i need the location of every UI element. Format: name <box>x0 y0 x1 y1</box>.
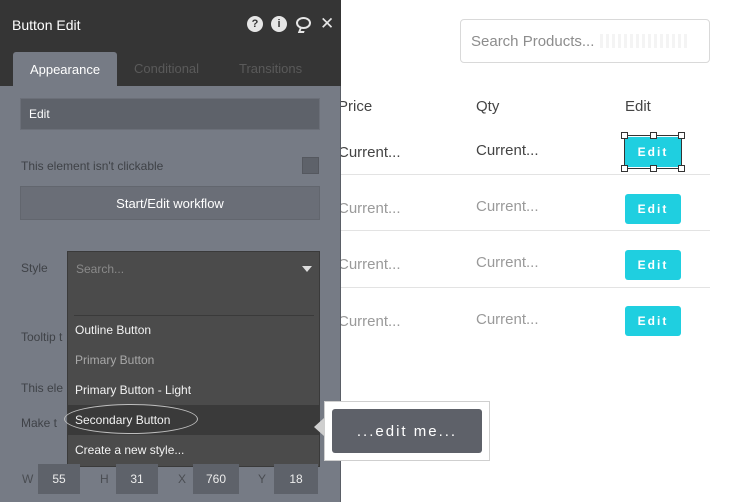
style-search-input[interactable]: Search... <box>76 262 124 276</box>
y-label: Y <box>258 472 267 486</box>
column-header-qty: Qty <box>476 98 500 115</box>
cell-price: Current... <box>338 144 401 161</box>
info-icon[interactable]: i <box>271 16 287 32</box>
height-input[interactable]: 31 <box>116 464 158 494</box>
x-label: X <box>178 472 187 486</box>
cell-qty: Current... <box>476 198 539 215</box>
comment-icon[interactable] <box>296 17 311 29</box>
x-input[interactable]: 760 <box>193 464 239 494</box>
style-label: Style <box>21 261 48 275</box>
resize-handle[interactable] <box>650 132 657 139</box>
row-divider <box>340 287 710 288</box>
style-option-primary[interactable]: Primary Button <box>68 345 319 375</box>
tab-transitions[interactable]: Transitions <box>239 61 302 76</box>
resize-handle[interactable] <box>678 165 685 172</box>
callout-pointer <box>314 418 324 436</box>
element-label: This ele <box>21 381 64 395</box>
make-label: Make t <box>21 416 58 430</box>
row-divider <box>340 174 710 175</box>
resize-handle[interactable] <box>650 165 657 172</box>
resize-handle[interactable] <box>621 165 628 172</box>
row-edit-button[interactable]: Edit <box>625 306 681 336</box>
edit-workflow-button[interactable]: Start/Edit workflow <box>20 186 320 220</box>
tooltip-label: Tooltip t <box>21 330 63 344</box>
not-clickable-checkbox[interactable] <box>302 157 319 174</box>
width-input[interactable]: 55 <box>38 464 80 494</box>
selection-frame <box>624 135 682 169</box>
tab-conditional[interactable]: Conditional <box>134 61 199 76</box>
cell-price: Current... <box>338 200 401 217</box>
row-divider <box>340 230 710 231</box>
row-edit-button[interactable]: Edit <box>625 194 681 224</box>
highlight-ellipse <box>64 404 198 434</box>
style-option-primary-light[interactable]: Primary Button - Light <box>68 375 319 405</box>
button-text-input[interactable]: Edit <box>20 98 320 130</box>
search-placeholder: Search Products... <box>471 32 595 50</box>
cell-price: Current... <box>338 256 401 273</box>
search-fade <box>600 34 691 48</box>
cell-qty: Current... <box>476 142 539 159</box>
cell-qty: Current... <box>476 254 539 271</box>
column-header-edit: Edit <box>625 98 651 115</box>
resize-handle[interactable] <box>621 132 628 139</box>
chevron-down-icon[interactable] <box>302 266 312 272</box>
style-dropdown[interactable]: Search... Outline Button Primary Button … <box>67 251 320 467</box>
close-icon[interactable]: ✕ <box>320 14 334 34</box>
style-option-create-new[interactable]: Create a new style... <box>68 435 319 465</box>
tab-appearance[interactable]: Appearance <box>13 52 117 86</box>
help-icon[interactable]: ? <box>247 16 263 32</box>
resize-handle[interactable] <box>678 132 685 139</box>
row-edit-button[interactable]: Edit <box>625 250 681 280</box>
callout-label: ...edit me... <box>332 409 482 453</box>
height-label: H <box>100 472 109 486</box>
search-input[interactable]: Search Products... <box>460 19 710 63</box>
not-clickable-label: This element isn't clickable <box>21 159 164 173</box>
cell-qty: Current... <box>476 311 539 328</box>
y-input[interactable]: 18 <box>274 464 318 494</box>
panel-header[interactable]: Button Edit <box>0 0 341 48</box>
cell-price: Current... <box>338 313 401 330</box>
panel-title: Button Edit <box>12 17 81 33</box>
width-label: W <box>22 472 34 486</box>
style-option-outline[interactable]: Outline Button <box>68 315 319 345</box>
column-header-price: Price <box>338 98 373 115</box>
